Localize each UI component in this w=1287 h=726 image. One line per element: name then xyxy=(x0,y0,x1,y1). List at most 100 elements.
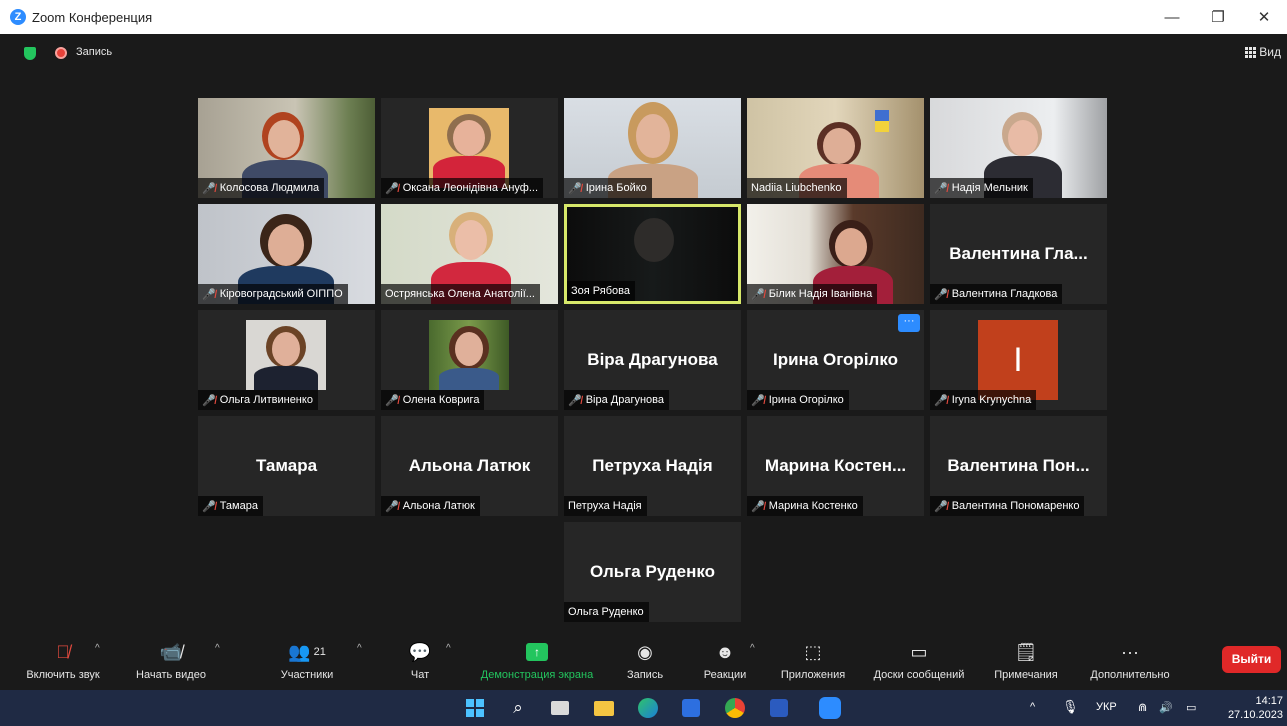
meeting-info-bar: Запись Вид xyxy=(0,34,1287,72)
video-tile[interactable]: Валентина Пон... 🎤̸ Валентина Пономаренко xyxy=(930,416,1107,516)
participant-display-name: Петруха Надія xyxy=(592,456,713,475)
more-options-button[interactable]: ··· xyxy=(898,314,920,332)
microphone-tray-icon[interactable]: 🎙 xyxy=(1062,699,1079,715)
video-tile[interactable]: Валентина Гла... 🎤̸ Валентина Гладкова xyxy=(930,204,1107,304)
system-clock[interactable]: 14:17 27.10.2023 xyxy=(1228,694,1283,722)
participant-name: Ольга Руденко xyxy=(568,606,644,618)
more-label: Дополнительно xyxy=(1090,669,1170,681)
unmute-label: Включить звук xyxy=(26,669,100,681)
participant-name-bar: 🎤̸ Альона Латюк xyxy=(381,496,480,516)
video-tile[interactable]: 🎤̸ Колосова Людмила xyxy=(198,98,375,198)
reactions-options-caret[interactable]: ^ xyxy=(750,643,755,654)
zoom-taskbar-icon[interactable] xyxy=(819,697,841,719)
start-video-button[interactable]: 📹̸ Начать видео xyxy=(128,639,214,682)
video-tile[interactable]: 🎤̸ Білик Надія Іванівна xyxy=(747,204,924,304)
leave-button[interactable]: Выйти xyxy=(1222,646,1281,673)
mic-muted-icon: 🎤̸ xyxy=(934,288,948,301)
minimize-button[interactable]: — xyxy=(1149,0,1195,34)
close-button[interactable]: ✕ xyxy=(1241,0,1287,34)
whiteboards-button[interactable]: ▭ Доски сообщений xyxy=(864,639,974,682)
flag-decoration xyxy=(875,110,889,132)
mic-muted-icon: 🎤̸ xyxy=(751,500,765,513)
edge-browser-icon[interactable] xyxy=(637,697,659,719)
video-options-caret[interactable]: ^ xyxy=(215,643,220,654)
recording-label[interactable]: Запись xyxy=(76,46,112,58)
mic-muted-icon: 🎤̸ xyxy=(934,500,948,513)
active-speaker-tile[interactable]: Зоя Рябова xyxy=(564,204,741,304)
participants-options-caret[interactable]: ^ xyxy=(357,643,362,654)
encryption-shield-icon[interactable] xyxy=(24,47,36,60)
participant-name-bar: Зоя Рябова xyxy=(567,281,635,301)
more-button[interactable]: ··· Дополнительно xyxy=(1080,639,1180,682)
video-tile[interactable]: 🎤̸ Ірина Бойко xyxy=(564,98,741,198)
mic-muted-icon: 🎤̸ xyxy=(568,182,582,195)
video-tile[interactable]: 🎤̸ Олена Коврига xyxy=(381,310,558,410)
participant-display-name: Ірина Огорілко xyxy=(772,350,899,369)
video-tile[interactable]: ··· Ірина Огорілко 🎤̸ Ірина Огорілко xyxy=(747,310,924,410)
keyboard-language[interactable]: УКР xyxy=(1096,701,1117,713)
participants-button[interactable]: 👥 21 Участники xyxy=(270,639,344,682)
recording-indicator-icon xyxy=(55,47,67,59)
video-tile[interactable]: Тамара 🎤̸ Тамара xyxy=(198,416,375,516)
participant-display-name: Тамара xyxy=(255,456,318,475)
video-off-icon: 📹̸ xyxy=(159,641,183,662)
chrome-icon[interactable] xyxy=(724,697,746,719)
record-button[interactable]: ◉ Запись xyxy=(620,639,670,682)
volume-icon[interactable]: 🔊 xyxy=(1159,701,1173,714)
video-tile[interactable]: Nadiia Liubchenko xyxy=(747,98,924,198)
participant-avatar: I xyxy=(978,320,1058,400)
apps-icon: ⬚ xyxy=(804,641,822,662)
store-icon[interactable] xyxy=(680,697,702,719)
search-icon[interactable]: ⌕ xyxy=(507,697,529,719)
share-screen-button[interactable]: ↑ Демонстрация экрана xyxy=(466,639,608,681)
start-video-label: Начать видео xyxy=(136,669,206,681)
video-tile[interactable]: Ольга Руденко Ольга Руденко xyxy=(564,522,741,622)
chat-label: Чат xyxy=(410,669,430,681)
wifi-icon[interactable]: ⋒ xyxy=(1138,701,1147,714)
battery-icon[interactable]: ▭ xyxy=(1186,701,1196,714)
mic-muted-icon: 🎤̸ xyxy=(934,394,948,407)
video-tile[interactable]: I 🎤̸ Iryna Krynychna xyxy=(930,310,1107,410)
video-tile[interactable]: 🎤̸ Кіровоградський ОІППО xyxy=(198,204,375,304)
video-tile[interactable]: Острянська Олена Анатолії... xyxy=(381,204,558,304)
view-button[interactable]: Вид xyxy=(1245,45,1281,59)
participant-name-bar: 🎤̸ Надія Мельник xyxy=(930,178,1033,198)
video-tile[interactable]: 🎤̸ Ольга Литвиненко xyxy=(198,310,375,410)
show-hidden-icons[interactable]: ^ xyxy=(1030,701,1035,713)
participant-name: Nadiia Liubchenko xyxy=(751,182,842,194)
notes-icon: 🗒 xyxy=(1014,641,1038,662)
video-tile[interactable]: Петруха Надія Петруха Надія xyxy=(564,416,741,516)
audio-options-caret[interactable]: ^ xyxy=(95,643,100,654)
participant-display-name: Ольга Руденко xyxy=(589,562,716,581)
participant-name-bar: 🎤̸ Валентина Пономаренко xyxy=(930,496,1085,516)
clock-date: 27.10.2023 xyxy=(1227,709,1283,721)
apps-label: Приложения xyxy=(780,669,846,681)
mic-muted-icon: 🎤̸ xyxy=(202,288,216,301)
video-tile[interactable]: Марина Костен... 🎤̸ Марина Костенко xyxy=(747,416,924,516)
restore-button[interactable]: ❐ xyxy=(1195,0,1241,34)
video-tile[interactable]: Альона Латюк 🎤̸ Альона Латюк xyxy=(381,416,558,516)
participant-name: Марина Костенко xyxy=(768,500,858,512)
participant-name: Колосова Людмила xyxy=(219,182,320,194)
apps-button[interactable]: ⬚ Приложения xyxy=(772,639,854,682)
participant-name-bar: 🎤̸ Колосова Людмила xyxy=(198,178,325,198)
zoom-window: Z Zoom Конференция — ❐ ✕ Запись Вид 🎤̸ Ко… xyxy=(0,0,1287,726)
mic-muted-icon: 🎤̸ xyxy=(751,288,765,301)
reactions-button[interactable]: ☻ Реакции xyxy=(698,639,752,682)
word-icon[interactable] xyxy=(768,697,790,719)
file-explorer-icon[interactable] xyxy=(593,697,615,719)
windows-start-icon[interactable] xyxy=(464,697,486,719)
video-tile[interactable]: 🎤̸ Надія Мельник xyxy=(930,98,1107,198)
participant-name-bar: 🎤̸ Білик Надія Іванівна xyxy=(747,284,878,304)
participant-display-name: Віра Драгунова xyxy=(587,350,718,369)
participant-name: Валентина Пономаренко xyxy=(951,500,1080,512)
video-tile[interactable]: Віра Драгунова 🎤̸ Віра Драгунова xyxy=(564,310,741,410)
chat-button[interactable]: 💬 Чат xyxy=(398,639,442,682)
notes-button[interactable]: 🗒 Примечания xyxy=(986,639,1066,682)
participant-name-bar: Петруха Надія xyxy=(564,496,647,516)
task-view-icon[interactable] xyxy=(549,697,571,719)
chat-options-caret[interactable]: ^ xyxy=(446,643,451,654)
participant-name-bar: Ольга Руденко xyxy=(564,602,649,622)
participant-name: Кіровоградський ОІППО xyxy=(219,288,343,300)
video-tile[interactable]: 🎤̸ Оксана Леонідівна Ануф... xyxy=(381,98,558,198)
